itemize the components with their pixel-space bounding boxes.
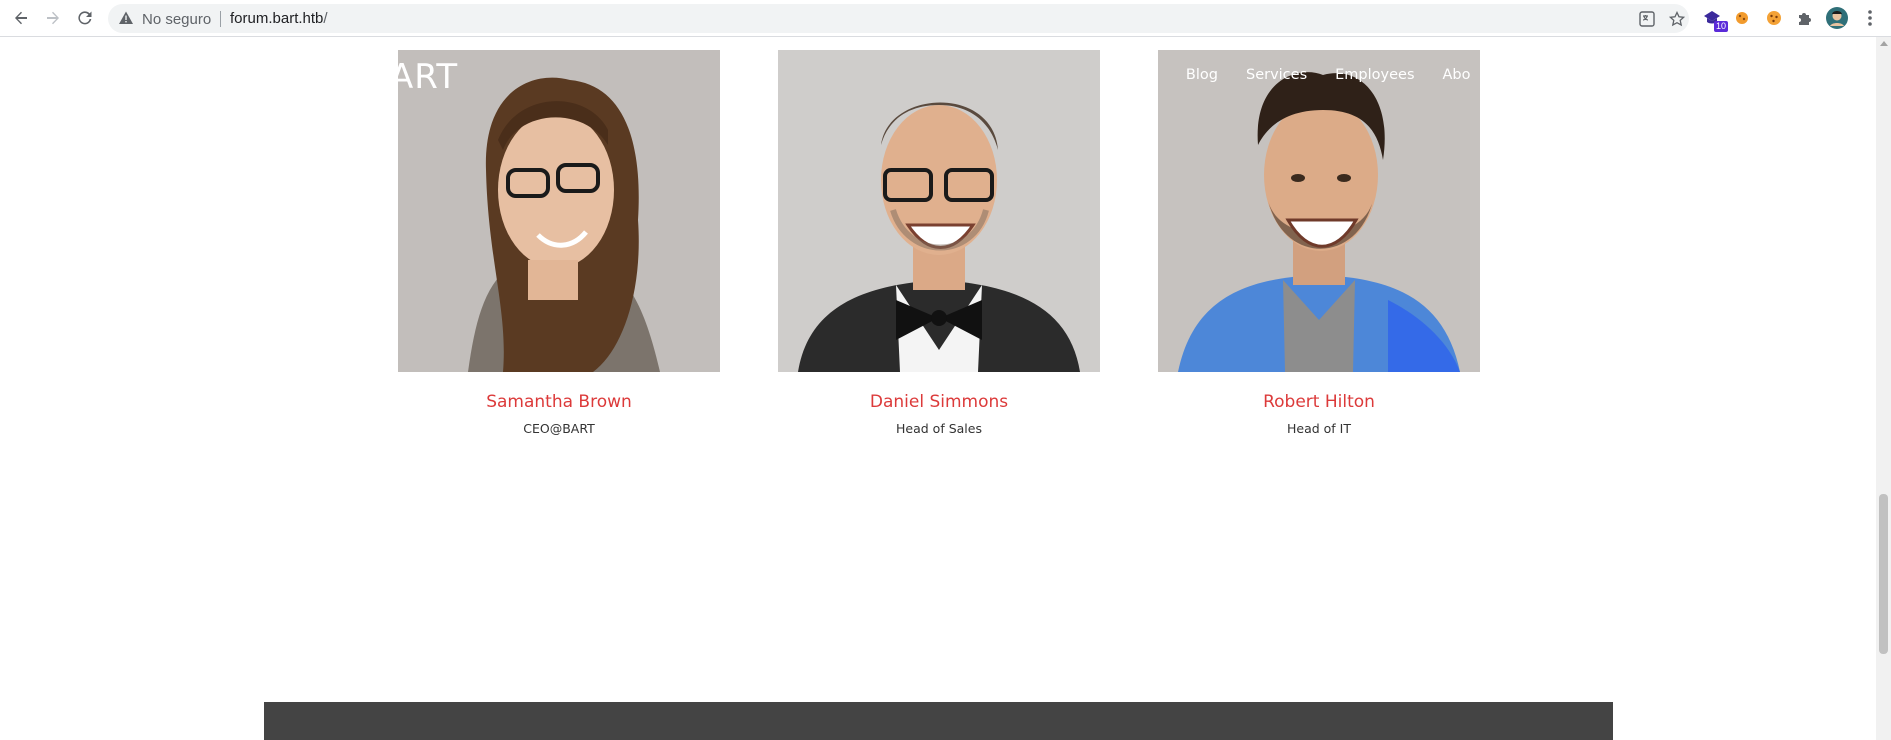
site-footer xyxy=(264,702,1613,740)
nav-link[interactable]: Services xyxy=(1246,67,1307,83)
forward-icon[interactable] xyxy=(40,5,66,31)
kebab-menu-icon[interactable] xyxy=(1858,6,1882,30)
member-photo xyxy=(778,50,1100,372)
page-scrollbar[interactable] xyxy=(1876,37,1891,740)
site-nav: ome Blog Services Employees Abo xyxy=(1150,67,1480,91)
team-member-card: Samantha Brown CEO@BART xyxy=(398,50,720,436)
star-icon[interactable] xyxy=(1667,9,1687,29)
address-bar[interactable]: No seguro forum.bart.htb/ xyxy=(108,4,1689,33)
url-host: forum.bart.htb xyxy=(230,10,324,27)
browser-toolbar: No seguro forum.bart.htb/ 10 xyxy=(0,0,1891,37)
member-role: CEO@BART xyxy=(523,421,595,436)
reload-icon[interactable] xyxy=(72,5,98,31)
translate-icon[interactable] xyxy=(1637,9,1657,29)
member-photo xyxy=(398,50,720,372)
scroll-thumb[interactable] xyxy=(1879,494,1888,654)
member-photo xyxy=(1158,50,1480,372)
security-label[interactable]: No seguro xyxy=(142,11,211,28)
nav-link[interactable]: Abo xyxy=(1443,67,1471,83)
team-member-card: Daniel Simmons Head of Sales xyxy=(778,50,1100,436)
member-role: Head of IT xyxy=(1286,421,1351,436)
member-name[interactable]: Samantha Brown xyxy=(398,392,720,412)
team-member-card: Robert Hilton Head of IT xyxy=(1158,50,1480,436)
member-role: Head of Sales xyxy=(896,421,982,436)
extension-icon[interactable]: 10 xyxy=(1700,6,1728,32)
cookie-editor-icon[interactable] xyxy=(1762,6,1786,30)
member-name[interactable]: Robert Hilton xyxy=(1158,392,1480,412)
nav-link[interactable]: Blog xyxy=(1186,67,1218,83)
puzzle-icon[interactable] xyxy=(1793,6,1817,30)
nav-link[interactable]: Employees xyxy=(1335,67,1414,83)
site-logo[interactable]: ART xyxy=(390,57,458,97)
warning-icon[interactable] xyxy=(118,10,134,26)
member-name[interactable]: Daniel Simmons xyxy=(778,392,1100,412)
nav-link[interactable]: ome xyxy=(1150,67,1158,83)
profile-avatar[interactable] xyxy=(1825,6,1849,30)
page-viewport: Samantha Brown CEO@BART Daniel Simmons H… xyxy=(0,37,1876,740)
extension-badge: 10 xyxy=(1713,21,1728,32)
url-path: / xyxy=(323,10,328,27)
back-icon[interactable] xyxy=(8,5,34,31)
scroll-up-arrow-icon[interactable] xyxy=(1880,41,1888,46)
url-text[interactable]: forum.bart.htb/ xyxy=(230,10,328,27)
omnibox-divider xyxy=(220,11,221,27)
cookie-extension-icon[interactable] xyxy=(1730,6,1754,30)
